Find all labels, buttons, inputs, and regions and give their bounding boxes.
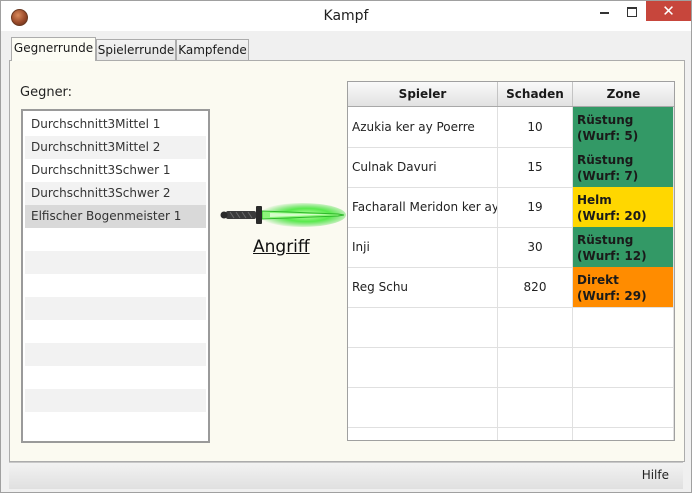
player-name-cell: Reg Schu xyxy=(348,267,498,307)
player-name-cell: Culnak Davuri xyxy=(348,147,498,187)
gegnerrunde-panel: Gegner: Durchschnitt3Mittel 1 Durchschni… xyxy=(9,60,685,462)
empty-list-row xyxy=(25,389,206,412)
empty-list-row xyxy=(25,228,206,251)
zone-cell: Rüstung (Wurf: 7) xyxy=(573,147,674,187)
roll-label: (Wurf: 7) xyxy=(577,169,639,183)
column-header-player[interactable]: Spieler xyxy=(348,82,498,106)
empty-list-row xyxy=(25,412,206,435)
maximize-icon xyxy=(627,6,637,17)
enemy-list-item-selected[interactable]: Elfischer Bogenmeister 1 xyxy=(25,205,206,228)
table-row[interactable]: Culnak Davuri 15 Rüstung (Wurf: 7) xyxy=(348,147,674,188)
table-row[interactable]: Reg Schu 820 Direkt (Wurf: 29) xyxy=(348,267,674,308)
tab-spielerrunde[interactable]: Spielerrunde xyxy=(96,39,176,60)
damage-cell: 820 xyxy=(498,267,573,307)
table-row[interactable]: Azukia ker ay Poerre 10 Rüstung (Wurf: 5… xyxy=(348,107,674,148)
empty-list-row xyxy=(25,320,206,343)
empty-list-row xyxy=(25,343,206,366)
roll-label: (Wurf: 12) xyxy=(577,249,647,263)
empty-table-row xyxy=(348,307,674,348)
zone-cell: Helm (Wurf: 20) xyxy=(573,187,674,227)
table-row[interactable]: Inji 30 Rüstung (Wurf: 12) xyxy=(348,227,674,268)
damage-cell: 30 xyxy=(498,227,573,267)
enemy-list-item[interactable]: Durchschnitt3Mittel 1 xyxy=(25,113,206,136)
zone-label: Rüstung xyxy=(577,113,634,127)
players-table: Spieler Schaden Zone Azukia ker ay Poerr… xyxy=(347,81,675,441)
zone-label: Helm xyxy=(577,193,612,207)
close-icon: ✕ xyxy=(662,2,675,20)
enemy-list-item[interactable]: Durchschnitt3Mittel 2 xyxy=(25,136,206,159)
enemies-label: Gegner: xyxy=(20,85,73,100)
zone-label: Rüstung xyxy=(577,153,634,167)
column-header-zone[interactable]: Zone xyxy=(573,82,674,106)
empty-list-row xyxy=(25,366,206,389)
empty-table-row xyxy=(348,427,674,440)
title-bar: Kampf ✕ xyxy=(1,1,691,31)
empty-list-row xyxy=(25,274,206,297)
zone-cell: Direkt (Wurf: 29) xyxy=(573,267,674,307)
close-button[interactable]: ✕ xyxy=(646,1,691,21)
zone-cell: Rüstung (Wurf: 5) xyxy=(573,107,674,147)
window-title: Kampf xyxy=(323,8,369,24)
help-button[interactable]: Hilfe xyxy=(642,468,669,482)
table-header: Spieler Schaden Zone xyxy=(348,82,674,107)
zone-cell: Rüstung (Wurf: 12) xyxy=(573,227,674,267)
kampf-window: Kampf ✕ Gegnerrunde Spielerrunde Kampfen… xyxy=(0,0,692,493)
empty-list-row xyxy=(25,297,206,320)
enemy-list[interactable]: Durchschnitt3Mittel 1 Durchschnitt3Mitte… xyxy=(21,109,210,443)
attack-button[interactable]: Angriff xyxy=(253,237,310,257)
minimize-icon xyxy=(599,11,609,14)
damage-cell: 10 xyxy=(498,107,573,147)
tab-gegnerrunde[interactable]: Gegnerrunde xyxy=(11,37,96,61)
empty-table-row xyxy=(348,387,674,428)
status-bar: Hilfe xyxy=(9,462,683,489)
player-name-cell: Facharall Meridon ker ay ... xyxy=(348,187,498,227)
roll-label: (Wurf: 5) xyxy=(577,129,639,143)
player-name-cell: Azukia ker ay Poerre xyxy=(348,107,498,147)
empty-list-row xyxy=(25,251,206,274)
glowing-dagger-icon[interactable] xyxy=(220,202,346,228)
enemy-list-item[interactable]: Durchschnitt3Schwer 2 xyxy=(25,182,206,205)
tab-kampfende[interactable]: Kampfende xyxy=(176,39,249,60)
maximize-button[interactable] xyxy=(618,1,646,21)
player-name-cell: Inji xyxy=(348,227,498,267)
damage-cell: 15 xyxy=(498,147,573,187)
roll-label: (Wurf: 29) xyxy=(577,289,647,303)
zone-label: Direkt xyxy=(577,273,619,287)
empty-table-row xyxy=(348,347,674,388)
zone-label: Rüstung xyxy=(577,233,634,247)
column-header-damage[interactable]: Schaden xyxy=(498,82,573,106)
table-row[interactable]: Facharall Meridon ker ay ... 19 Helm (Wu… xyxy=(348,187,674,228)
minimize-button[interactable] xyxy=(590,1,618,21)
damage-cell: 19 xyxy=(498,187,573,227)
roll-label: (Wurf: 20) xyxy=(577,209,647,223)
enemy-list-item[interactable]: Durchschnitt3Schwer 1 xyxy=(25,159,206,182)
